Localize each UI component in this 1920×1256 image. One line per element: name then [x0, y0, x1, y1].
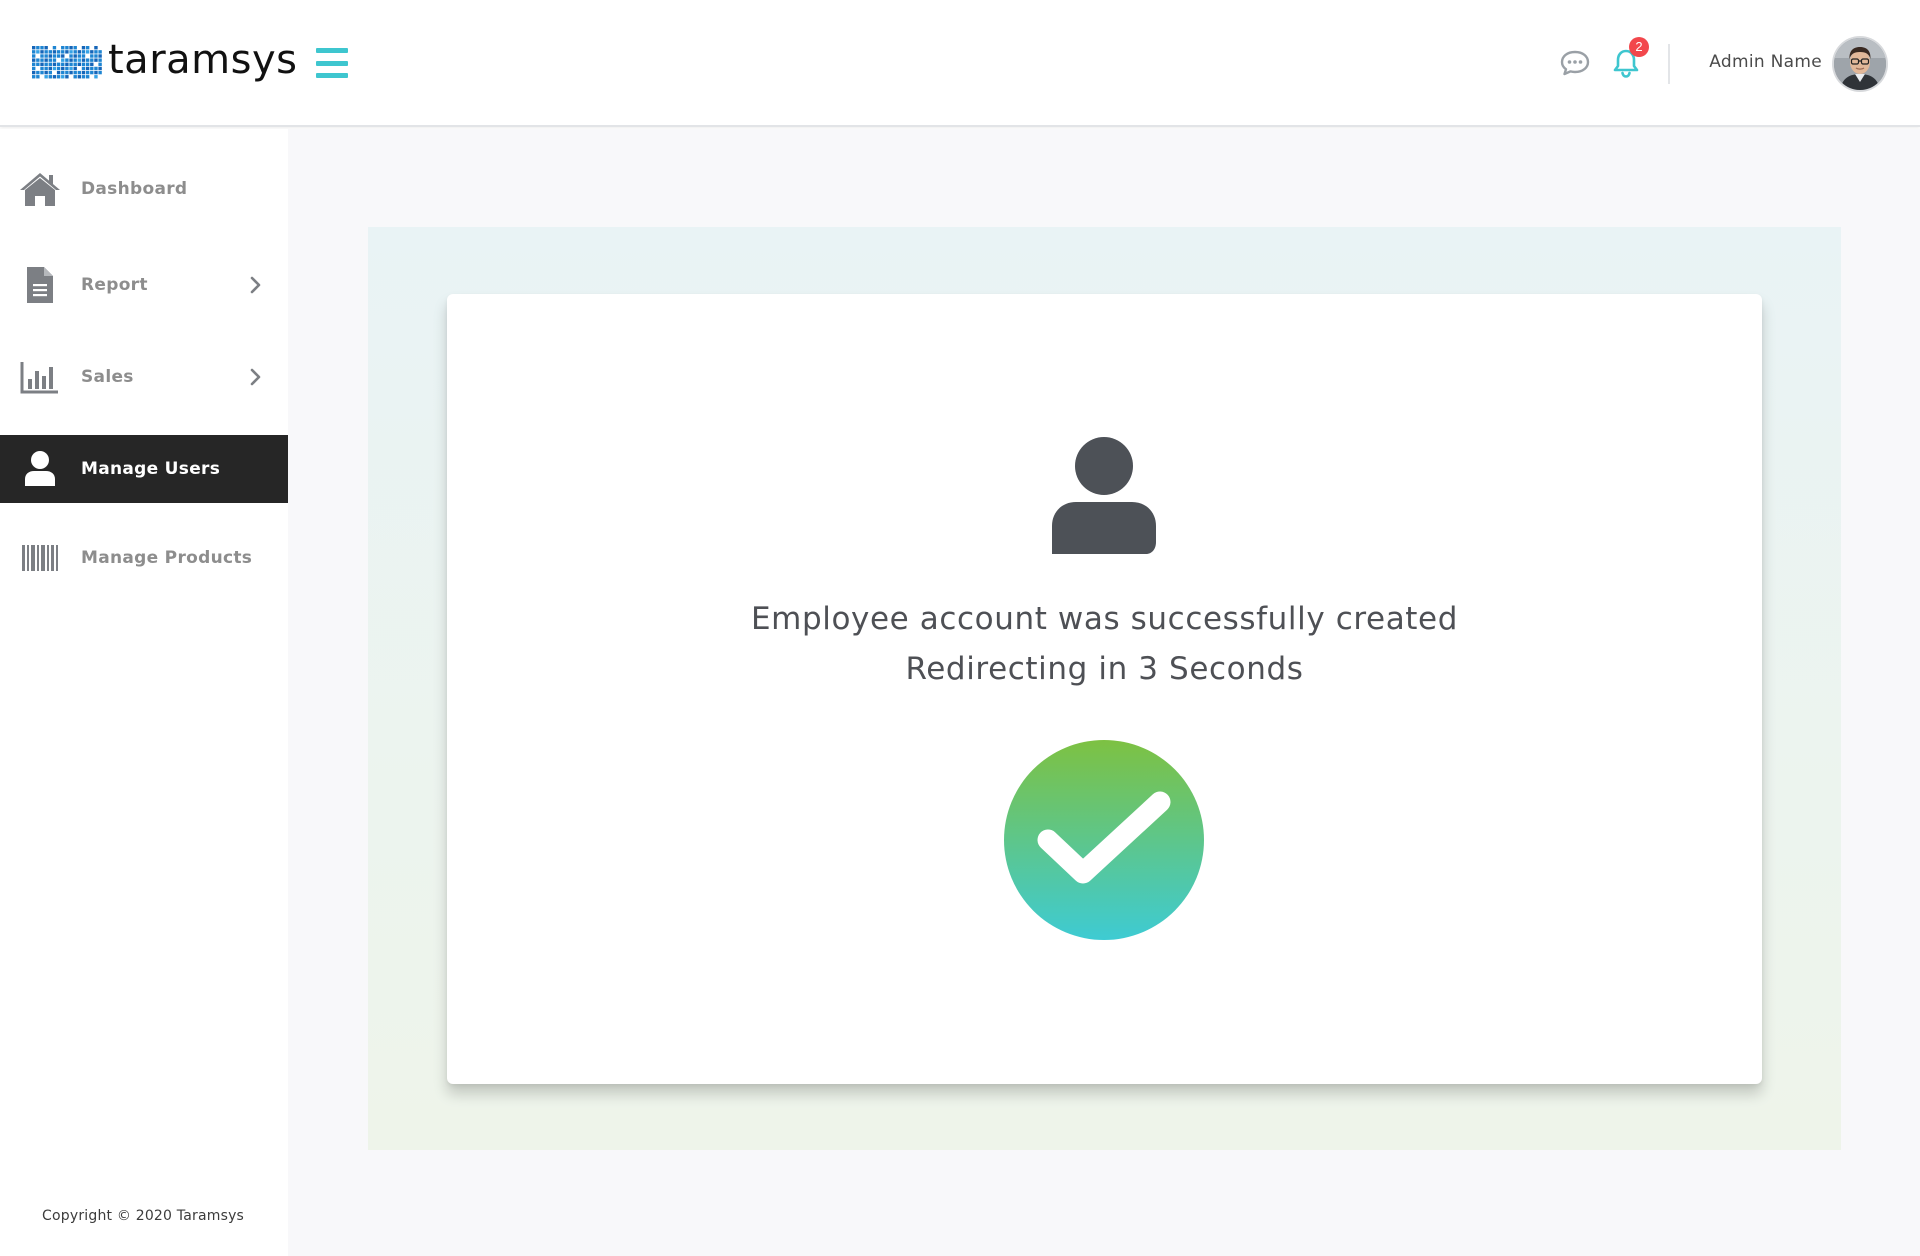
success-message: Employee account was successfully create…	[750, 601, 1459, 637]
sidebar: Dashboard Report Sales Manage Users Mana…	[0, 129, 288, 1256]
user-name[interactable]: Admin Name	[1700, 52, 1822, 72]
redirect-message: Redirecting in 3 Seconds	[905, 651, 1304, 687]
home-icon	[18, 167, 62, 211]
logo-text: taramsys	[108, 37, 298, 83]
chevron-right-icon	[250, 276, 261, 294]
sidebar-item-dashboard[interactable]: Dashboard	[0, 155, 288, 223]
sidebar-item-label: Dashboard	[81, 179, 188, 199]
logo[interactable]: taramsys	[32, 38, 297, 86]
user-avatar[interactable]	[1834, 38, 1886, 90]
sidebar-item-label: Manage Products	[81, 548, 253, 568]
sidebar-item-manage-products[interactable]: Manage Products	[0, 524, 288, 592]
success-card	[447, 294, 1762, 1084]
pixel-grid-logo-icon	[32, 46, 102, 79]
sidebar-item-label: Report	[81, 275, 148, 295]
document-icon	[18, 263, 62, 307]
sidebar-item-label: Sales	[81, 367, 134, 387]
user-icon	[18, 447, 62, 491]
barcode-icon	[18, 536, 62, 580]
sidebar-item-manage-users[interactable]: Manage Users	[0, 435, 288, 503]
bar-chart-icon	[18, 355, 62, 399]
chevron-right-icon	[250, 368, 261, 386]
user-icon	[1052, 437, 1156, 554]
notification-badge: 2	[1629, 37, 1649, 57]
sidebar-item-report[interactable]: Report	[0, 251, 288, 319]
copyright-text: Copyright © 2020 Taramsys	[42, 1208, 245, 1224]
hamburger-icon[interactable]	[316, 48, 348, 78]
success-check-icon	[1004, 740, 1204, 940]
chat-bubble-icon[interactable]	[1559, 49, 1591, 77]
sidebar-item-sales[interactable]: Sales	[0, 343, 288, 411]
header-divider	[1668, 44, 1670, 84]
top-header: taramsys 2 Admin Name	[0, 0, 1920, 127]
sidebar-item-label: Manage Users	[81, 459, 221, 479]
